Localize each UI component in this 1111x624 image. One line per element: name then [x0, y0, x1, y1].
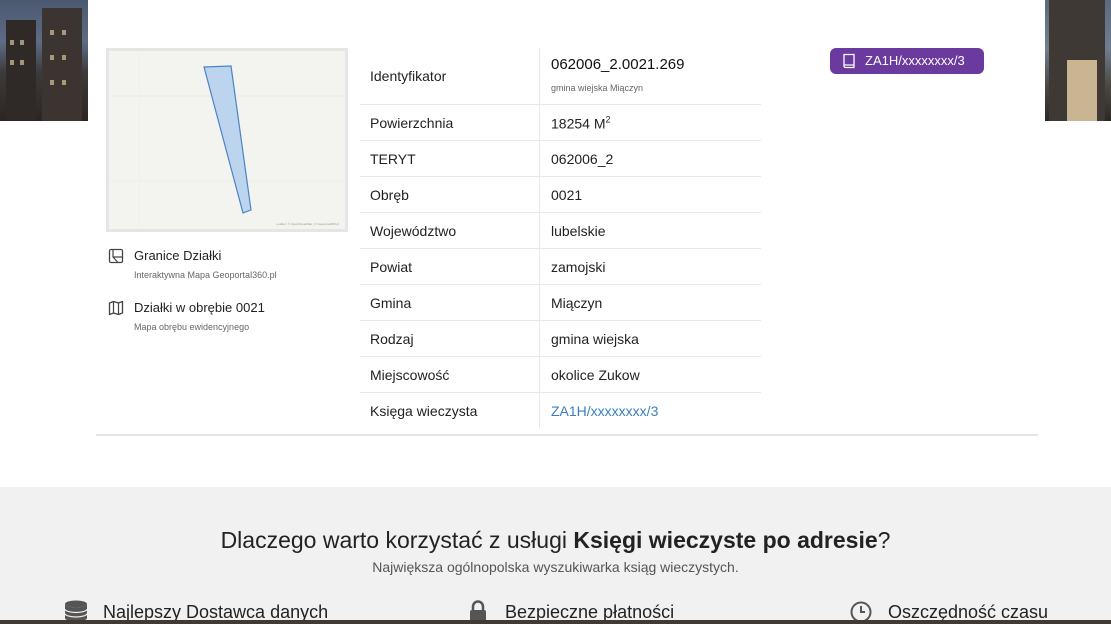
row-teryt: TERYT 062006_2 [360, 141, 761, 177]
row-miejscowosc: Miejscowość okolice Zukow [360, 357, 761, 393]
row-value: 062006_2 [551, 150, 614, 167]
row-value: okolice Zukow [551, 366, 640, 383]
row-value: zamojski [551, 258, 606, 275]
why-subheading: Największa ogólnopolska wyszukiwarka ksi… [372, 559, 739, 575]
side-link-subtitle: Interaktywna Mapa Geoportal360.pl [134, 270, 277, 280]
area-value: 18254 M2 [551, 114, 611, 131]
row-label: TERYT [370, 150, 416, 167]
row-label: Księga wieczysta [370, 402, 478, 419]
row-label: Województwo [370, 222, 457, 239]
section-divider [96, 434, 1038, 436]
row-ksiega-wieczysta: Księga wieczysta ZA1H/xxxxxxxx/3 [360, 393, 761, 428]
parcel-content: Leaflet | © OpenStreetMap | © Geoportal3… [88, 0, 1045, 486]
side-link-title: Granice Działki [134, 248, 222, 263]
row-label: Powierzchnia [370, 114, 454, 131]
parcel-shape [203, 65, 252, 214]
row-value: lubelskie [551, 222, 606, 239]
why-heading: Dlaczego warto korzystać z usługi Księgi… [220, 527, 891, 553]
row-label: Powiat [370, 258, 413, 275]
row-gmina: Gmina Miączyn [360, 285, 761, 321]
row-value: 0021 [551, 186, 583, 203]
row-identyfikator: Identyfikator 062006_2.0021.269 gmina wi… [360, 48, 761, 105]
area-unit-sup: 2 [605, 114, 611, 125]
row-rodzaj: Rodzaj gmina wiejska [360, 321, 761, 357]
side-link-title: Działki w obrębie 0021 [134, 300, 265, 315]
background-photo-left [0, 0, 88, 121]
row-label: Rodzaj [370, 330, 414, 347]
why-heading-bold: Księgi wieczyste po adresie [573, 527, 878, 553]
parcel-map-svg [109, 51, 345, 229]
badge-label: ZA1H/xxxxxxxx/3 [865, 53, 965, 68]
parcel-details-table: Identyfikator 062006_2.0021.269 gmina wi… [360, 48, 761, 428]
row-label: Gmina [370, 294, 412, 311]
parcel-id-sub: gmina wiejska Miączyn [551, 83, 644, 93]
clock-icon [850, 601, 872, 622]
row-obreb: Obręb 0021 [360, 177, 761, 213]
why-section: Dlaczego warto korzystać z usługi Księgi… [0, 487, 1111, 624]
background-photo-right [1045, 0, 1111, 121]
ksiega-wieczysta-link[interactable]: ZA1H/xxxxxxxx/3 [551, 403, 658, 419]
row-powiat: Powiat zamojski [360, 249, 761, 285]
parcel-map-thumbnail[interactable]: Leaflet | © OpenStreetMap | © Geoportal3… [106, 48, 348, 232]
bottom-bar [0, 620, 1111, 624]
side-link-subtitle: Mapa obrębu ewidencyjnego [134, 322, 250, 332]
book-icon [843, 53, 855, 69]
row-label: Identyfikator [370, 68, 447, 84]
page: Leaflet | © OpenStreetMap | © Geoportal3… [0, 0, 1111, 624]
ksiega-wieczysta-button[interactable]: ZA1H/xxxxxxxx/3 [830, 48, 984, 74]
lock-icon [470, 600, 486, 622]
parcel-id-value: 062006_2.0021.269 [551, 56, 685, 73]
map-outline-icon [108, 248, 124, 264]
map-attribution: Leaflet | © OpenStreetMap | © Geoportal3… [276, 222, 339, 226]
row-label: Miejscowość [370, 366, 450, 383]
folded-map-icon [108, 300, 124, 316]
row-value: gmina wiejska [551, 330, 639, 347]
database-icon [64, 600, 88, 622]
row-powierzchnia: Powierzchnia 18254 M2 [360, 105, 761, 141]
row-label: Obręb [370, 186, 409, 203]
row-value: Miączyn [551, 294, 603, 311]
row-wojewodztwo: Województwo lubelskie [360, 213, 761, 249]
